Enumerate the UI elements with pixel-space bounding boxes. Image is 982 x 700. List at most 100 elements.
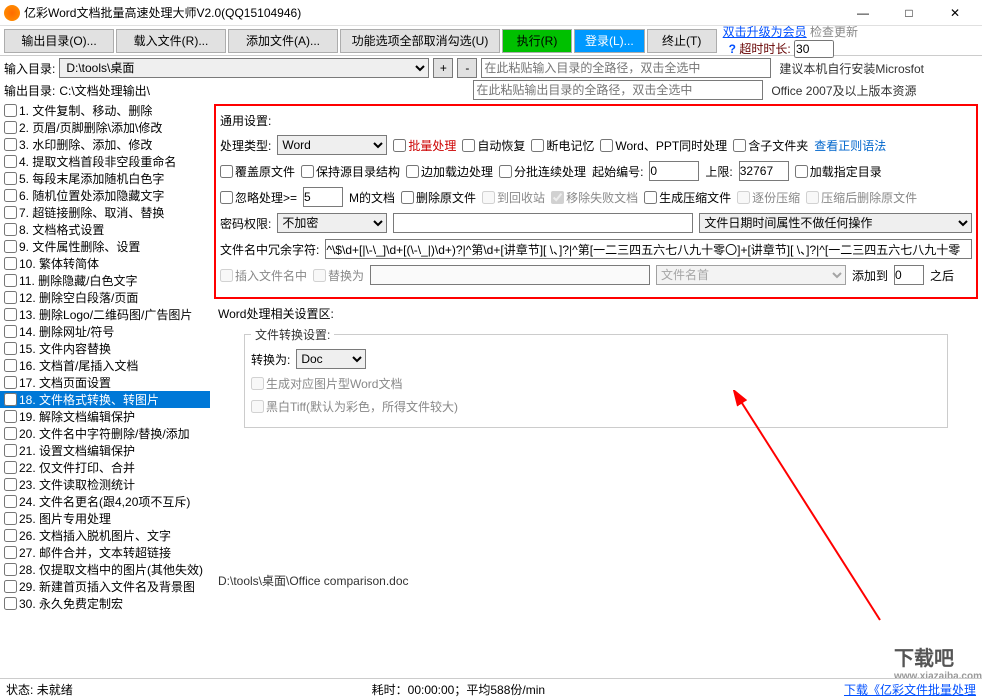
add-to-input[interactable] [894, 265, 924, 285]
sidebar-checkbox-6[interactable] [4, 189, 17, 202]
sidebar-item-30[interactable]: 30. 永久免费定制宏 [0, 595, 210, 612]
sidebar-checkbox-2[interactable] [4, 121, 17, 134]
sidebar-item-9[interactable]: 9. 文件属性删除、设置 [0, 238, 210, 255]
start-no-input[interactable] [649, 161, 699, 181]
while-loading-checkbox[interactable] [406, 165, 419, 178]
redundant-pattern-input[interactable] [325, 239, 972, 259]
sidebar-item-27[interactable]: 27. 邮件合并，文本转超链接 [0, 544, 210, 561]
add-dir-button[interactable]: + [433, 58, 453, 78]
sidebar-item-26[interactable]: 26. 文档插入脱机图片、文字 [0, 527, 210, 544]
sidebar-item-23[interactable]: 23. 文件读取检测统计 [0, 476, 210, 493]
sidebar-checkbox-10[interactable] [4, 257, 17, 270]
sidebar-checkbox-11[interactable] [4, 274, 17, 287]
sidebar-checkbox-4[interactable] [4, 155, 17, 168]
sidebar-checkbox-17[interactable] [4, 376, 17, 389]
sidebar-item-20[interactable]: 20. 文件名中字符删除/替换/添加 [0, 425, 210, 442]
sidebar-checkbox-14[interactable] [4, 325, 17, 338]
sidebar-checkbox-26[interactable] [4, 529, 17, 542]
stop-button[interactable]: 终止(T) [647, 29, 717, 53]
sidebar-checkbox-21[interactable] [4, 444, 17, 457]
sidebar-item-13[interactable]: 13. 删除Logo/二维码图/广告图片 [0, 306, 210, 323]
sidebar-item-21[interactable]: 21. 设置文档编辑保护 [0, 442, 210, 459]
close-button[interactable]: ✕ [932, 0, 978, 26]
sidebar-checkbox-1[interactable] [4, 104, 17, 117]
sidebar-checkbox-12[interactable] [4, 291, 17, 304]
sidebar-item-14[interactable]: 14. 删除网址/符号 [0, 323, 210, 340]
help-icon[interactable]: ? [729, 42, 736, 56]
sidebar-checkbox-9[interactable] [4, 240, 17, 253]
sidebar-checkbox-8[interactable] [4, 223, 17, 236]
type-select[interactable]: Word [277, 135, 387, 155]
sidebar-checkbox-27[interactable] [4, 546, 17, 559]
execute-button[interactable]: 执行(R) [502, 29, 572, 53]
batch-checkbox[interactable] [393, 139, 406, 152]
load-spec-checkbox[interactable] [795, 165, 808, 178]
sidebar-checkbox-28[interactable] [4, 563, 17, 576]
input-dir-select[interactable]: D:\tools\桌面 [59, 58, 429, 78]
sidebar-item-17[interactable]: 17. 文档页面设置 [0, 374, 210, 391]
sidebar-item-2[interactable]: 2. 页眉/页脚删除\添加\修改 [0, 119, 210, 136]
sidebar-item-8[interactable]: 8. 文档格式设置 [0, 221, 210, 238]
sidebar-item-19[interactable]: 19. 解除文档编辑保护 [0, 408, 210, 425]
ignore-checkbox[interactable] [220, 191, 233, 204]
sidebar-item-12[interactable]: 12. 删除空白段落/页面 [0, 289, 210, 306]
sidebar-checkbox-20[interactable] [4, 427, 17, 440]
paste-output-path[interactable] [473, 80, 763, 100]
word-ppt-checkbox[interactable] [600, 139, 613, 152]
sidebar-item-16[interactable]: 16. 文档首/尾插入文档 [0, 357, 210, 374]
view-regex-link[interactable]: 查看正则语法 [814, 137, 886, 154]
include-sub-checkbox[interactable] [733, 139, 746, 152]
sidebar-item-5[interactable]: 5. 每段末尾添加随机白色字 [0, 170, 210, 187]
sidebar-item-22[interactable]: 22. 仅文件打印、合并 [0, 459, 210, 476]
sidebar-checkbox-29[interactable] [4, 580, 17, 593]
sidebar-checkbox-24[interactable] [4, 495, 17, 508]
sidebar-checkbox-22[interactable] [4, 461, 17, 474]
sidebar-checkbox-7[interactable] [4, 206, 17, 219]
add-files-button[interactable]: 添加文件(A)... [228, 29, 338, 53]
batch-seq-checkbox[interactable] [499, 165, 512, 178]
auto-recover-checkbox[interactable] [462, 139, 475, 152]
feature-options-button[interactable]: 功能选项全部取消勾选(U) [340, 29, 500, 53]
sidebar-item-28[interactable]: 28. 仅提取文档中的图片(其他失效) [0, 561, 210, 578]
sidebar-item-11[interactable]: 11. 删除隐藏/白色文字 [0, 272, 210, 289]
sidebar-checkbox-30[interactable] [4, 597, 17, 610]
output-dir-button[interactable]: 输出目录(O)... [4, 29, 114, 53]
overwrite-checkbox[interactable] [220, 165, 233, 178]
maximize-button[interactable]: □ [886, 0, 932, 26]
gen-zip-checkbox[interactable] [644, 191, 657, 204]
minimize-button[interactable]: — [840, 0, 886, 26]
check-update-link[interactable]: 检查更新 [810, 25, 858, 39]
pwd-input[interactable] [393, 213, 693, 233]
sidebar-item-1[interactable]: 1. 文件复制、移动、删除 [0, 102, 210, 119]
sidebar-checkbox-13[interactable] [4, 308, 17, 321]
login-button[interactable]: 登录(L)... [574, 29, 645, 53]
remove-dir-button[interactable]: - [457, 58, 477, 78]
paste-input-path[interactable] [481, 58, 771, 78]
sidebar-checkbox-18[interactable] [4, 393, 17, 406]
mem-off-checkbox[interactable] [531, 139, 544, 152]
load-files-button[interactable]: 载入文件(R)... [116, 29, 226, 53]
sidebar-item-25[interactable]: 25. 图片专用处理 [0, 510, 210, 527]
sidebar-checkbox-25[interactable] [4, 512, 17, 525]
sidebar-checkbox-5[interactable] [4, 172, 17, 185]
sidebar-checkbox-23[interactable] [4, 478, 17, 491]
sidebar-checkbox-15[interactable] [4, 342, 17, 355]
keep-struct-checkbox[interactable] [301, 165, 314, 178]
sidebar-item-18[interactable]: 18. 文件格式转换、转图片 [0, 391, 210, 408]
del-src-checkbox[interactable] [401, 191, 414, 204]
sidebar-checkbox-19[interactable] [4, 410, 17, 423]
sidebar-checkbox-16[interactable] [4, 359, 17, 372]
sidebar-item-29[interactable]: 29. 新建首页插入文件名及背景图 [0, 578, 210, 595]
pwd-select[interactable]: 不加密 [277, 213, 387, 233]
sidebar-item-10[interactable]: 10. 繁体转简体 [0, 255, 210, 272]
sidebar-item-7[interactable]: 7. 超链接删除、取消、替换 [0, 204, 210, 221]
ignore-value-input[interactable] [303, 187, 343, 207]
download-link[interactable]: 下载《亿彩文件批量处理 [844, 683, 976, 697]
convert-select[interactable]: Doc [296, 349, 366, 369]
limit-input[interactable] [739, 161, 789, 181]
date-attr-select[interactable]: 文件日期时间属性不做任何操作 [699, 213, 972, 233]
sidebar-item-15[interactable]: 15. 文件内容替换 [0, 340, 210, 357]
sidebar-item-3[interactable]: 3. 水印删除、添加、修改 [0, 136, 210, 153]
sidebar-item-24[interactable]: 24. 文件名更名(跟4,20项不互斥) [0, 493, 210, 510]
sidebar-item-6[interactable]: 6. 随机位置处添加隐藏文字 [0, 187, 210, 204]
